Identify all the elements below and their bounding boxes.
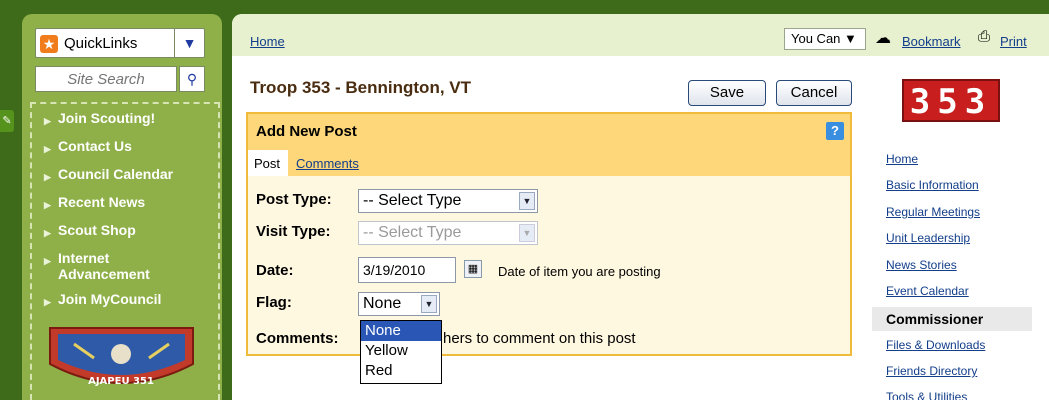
right-link-commissioner[interactable]: Commissioner [872,307,1032,331]
nav-item-internet-advancement[interactable]: ▶ Internet Advancement [44,250,224,282]
date-input[interactable]: 3/19/2010 [358,257,456,283]
page-title: Troop 353 - Bennington, VT [250,78,471,97]
flag-options-list: None Yellow Red [360,320,442,384]
right-link-unit-leadership[interactable]: Unit Leadership [886,231,970,245]
post-type-value: -- Select Type [363,192,462,209]
nav-label: Scout Shop [58,222,136,238]
chevron-down-icon: ▼ [519,224,535,242]
flag-label: Flag: [256,294,292,311]
help-icon[interactable]: ? [826,122,844,140]
calendar-icon[interactable]: ▦ [464,260,482,278]
breadcrumb-home-link[interactable]: Home [250,34,285,49]
nav-label: Contact Us [58,138,132,154]
right-link-news-stories[interactable]: News Stories [886,258,957,272]
chevron-down-icon: ▼ [519,192,535,210]
right-link-files-downloads[interactable]: Files & Downloads [886,338,985,352]
comments-option-text: hers to comment on this post [443,330,636,347]
date-label: Date: [256,262,294,279]
nav-item-join-scouting[interactable]: ▶ Join Scouting! [44,110,224,129]
search-input[interactable] [35,66,177,92]
print-link[interactable]: Print [1000,34,1027,49]
nav-item-contact-us[interactable]: ▶ Contact Us [44,138,224,157]
right-link-regular-meetings[interactable]: Regular Meetings [886,205,980,219]
bookmark-icon[interactable]: ☁ [875,28,891,48]
arrow-right-icon: ▶ [44,172,51,182]
right-link-event-calendar[interactable]: Event Calendar [886,284,969,298]
tab-post[interactable]: Post [248,150,288,176]
nav-label: Internet Advancement [58,250,150,282]
tab-comments[interactable]: Comments [296,156,359,171]
star-icon: ★ [40,35,58,53]
site-search: ⚲ [35,66,205,92]
nav-item-council-calendar[interactable]: ▶ Council Calendar [44,166,224,185]
post-type-label: Post Type: [256,191,332,208]
edit-icon[interactable]: ✎ [0,110,14,132]
add-post-panel: Add New Post ? Post Comments Post Type: … [246,112,852,356]
arrow-right-icon: ▶ [44,200,51,210]
chevron-down-icon[interactable]: ▼ [174,29,204,57]
nav-item-recent-news[interactable]: ▶ Recent News [44,194,224,213]
date-hint: Date of item you are posting [498,264,661,279]
top-toolbar: Home You Can ▼ ☁ Bookmark ⎙ Print [232,14,1049,56]
visit-type-value: -- Select Type [363,224,462,241]
panel-body: Post Type: -- Select Type ▼ Visit Type: … [248,176,850,354]
print-icon[interactable]: ⎙ [978,28,990,45]
flag-value: None [363,295,402,312]
flag-option-yellow[interactable]: Yellow [361,341,441,361]
chevron-down-icon: ▼ [421,295,437,313]
nav-item-scout-shop[interactable]: ▶ Scout Shop [44,222,224,241]
arrow-right-icon: ▶ [44,297,51,307]
panel-header: Add New Post ? Post Comments [248,114,850,176]
arrow-right-icon: ▶ [44,116,51,126]
nav-label: Join MyCouncil [58,291,162,307]
right-link-friends-directory[interactable]: Friends Directory [886,364,977,378]
right-link-basic-information[interactable]: Basic Information [886,178,979,192]
you-can-dropdown[interactable]: You Can ▼ [784,28,866,50]
comments-label: Comments: [256,330,339,347]
arrow-right-icon: ▶ [44,256,51,266]
search-icon[interactable]: ⚲ [179,66,205,92]
flag-select[interactable]: None ▼ [358,292,440,316]
quicklinks-dropdown[interactable]: ★ QuickLinks ▼ [35,28,205,58]
right-link-tools-utilities[interactable]: Tools & Utilities [886,390,967,400]
post-type-select[interactable]: -- Select Type ▼ [358,189,538,213]
nav-label: Join Scouting! [58,110,156,126]
arrow-right-icon: ▶ [44,228,51,238]
quicklinks-label: QuickLinks [64,35,138,52]
nav-label: Council Calendar [58,166,174,182]
left-sidebar: ★ QuickLinks ▼ ⚲ ▶ Join Scouting! ▶ Contac… [22,14,222,400]
right-sidebar: 353 Home Basic Information Regular Meeti… [872,62,1049,400]
nav-label: Recent News [58,194,146,210]
unit-number-logo: 353 [902,79,1000,122]
cancel-button[interactable]: Cancel [776,80,852,106]
save-button[interactable]: Save [688,80,766,106]
arrow-right-icon: ▶ [44,144,51,154]
sidebar-nav: ▶ Join Scouting! ▶ Contact Us ▶ Council Cal… [44,110,224,319]
visit-type-label: Visit Type: [256,223,331,240]
bookmark-link[interactable]: Bookmark [902,34,961,49]
nav-item-join-mycouncil[interactable]: ▶ Join MyCouncil [44,291,224,310]
patch-text: AJAPEU 351 [88,376,154,387]
panel-title: Add New Post [256,123,357,140]
flag-option-red[interactable]: Red [361,361,441,381]
flag-option-none[interactable]: None [361,321,441,341]
right-link-home[interactable]: Home [886,152,918,166]
council-patch-image: AJAPEU 351 [49,327,194,387]
visit-type-select: -- Select Type ▼ [358,221,538,245]
